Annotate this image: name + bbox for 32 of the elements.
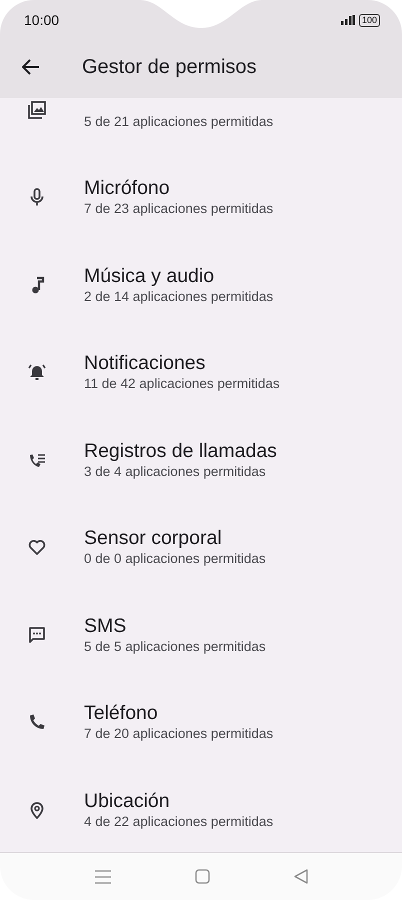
page-title: Gestor de permisos xyxy=(82,55,257,80)
photos-icon xyxy=(28,100,46,119)
permission-title[interactable]: Registros de llamadas xyxy=(84,438,277,463)
permission-summary: 5 de 21 aplicaciones permitidas xyxy=(84,112,274,131)
permission-title[interactable]: Notificaciones xyxy=(84,351,280,376)
location-pin-icon xyxy=(28,800,46,819)
back-button[interactable] xyxy=(20,57,42,77)
phone-icon xyxy=(28,713,46,732)
microphone-icon xyxy=(28,188,46,206)
battery-level: 100 xyxy=(358,14,380,26)
permission-summary: 4 de 22 aplicaciones permitidas xyxy=(84,812,274,831)
permission-title[interactable]: SMS xyxy=(84,614,266,638)
permission-title[interactable]: Música y audio xyxy=(84,264,274,288)
permission-title[interactable]: Sensor corporal xyxy=(84,526,266,550)
permission-title[interactable]: Micrófono xyxy=(84,176,274,200)
permission-title[interactable]: Ubicación xyxy=(84,788,274,813)
back-nav-button[interactable] xyxy=(292,867,310,886)
permission-summary: 0 de 0 aplicaciones permitidas xyxy=(84,550,266,568)
status-time: 10:00 xyxy=(24,10,60,30)
heart-icon xyxy=(28,538,46,556)
home-button[interactable] xyxy=(192,867,212,886)
permission-summary: 7 de 23 aplicaciones permitidas xyxy=(84,200,274,218)
permission-summary: 3 de 4 aplicaciones permitidas xyxy=(84,462,267,481)
menu-button[interactable] xyxy=(92,868,112,886)
permission-summary: 5 de 5 aplicaciones permitidas xyxy=(84,638,266,656)
permission-summary: 11 de 42 aplicaciones permitidas xyxy=(84,375,280,394)
signal-icon xyxy=(340,15,355,25)
permission-title[interactable]: Teléfono xyxy=(84,701,274,726)
message-icon xyxy=(28,626,46,644)
permission-summary: 2 de 14 aplicaciones permitidas xyxy=(84,288,274,306)
bell-icon xyxy=(28,363,46,382)
permission-summary: 7 de 20 aplicaciones permitidas xyxy=(84,725,274,744)
